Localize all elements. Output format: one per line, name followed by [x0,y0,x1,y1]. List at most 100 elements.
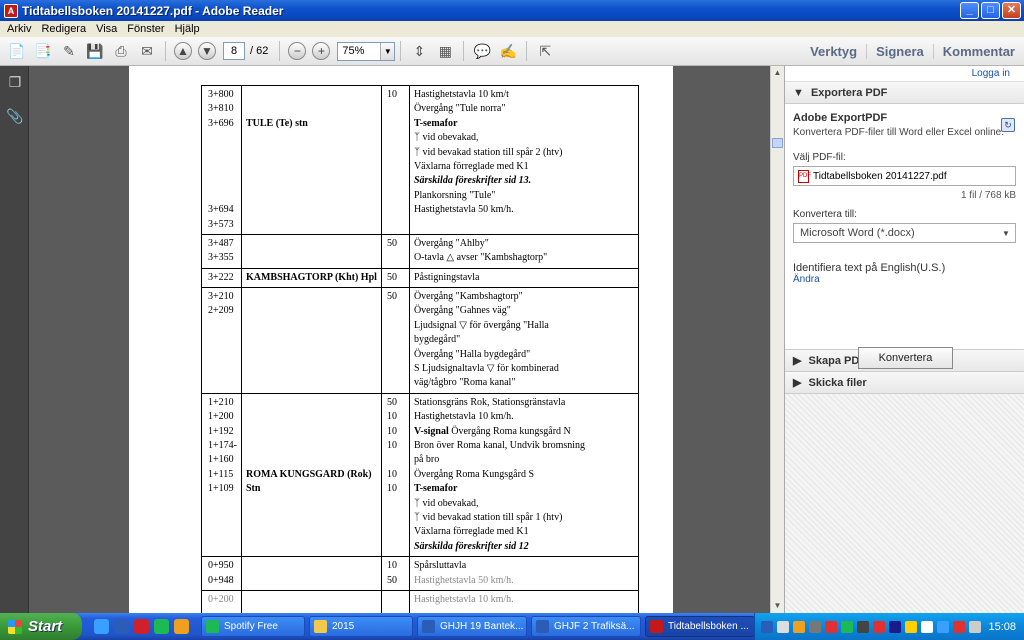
timetable: 3+800 3+810 3+696 3+694 3+573 TULE (Te) stn 10… [201,85,639,613]
scroll-down-icon[interactable]: ▼ [771,599,784,613]
station-value [246,396,377,410]
change-language-link[interactable]: Ändra [793,274,1016,285]
zoom-in-icon[interactable]: + [312,42,331,60]
tray-icon[interactable] [777,620,789,633]
maximize-button[interactable]: □ [981,2,1000,19]
station-value [246,439,377,453]
tray-icon[interactable] [825,620,837,633]
save-icon[interactable]: 💾 [84,40,106,62]
taskbar-task[interactable]: GHJH 19 Bantek... [417,616,527,637]
login-link[interactable]: Logga in [785,66,1024,82]
ocr-language-text: Identifiera text på English(U.S.) [793,262,946,274]
table-row: 1+210 1+200 1+192 1+174- 1+160 1+115 1+109 ROMA… [201,392,639,558]
close-button[interactable]: ✕ [1002,2,1021,19]
expand-icon[interactable]: ⇱ [534,40,556,62]
convert-button[interactable]: Konvertera [858,347,953,369]
comment-icon[interactable]: 💬 [471,40,493,62]
tray-icon[interactable] [761,620,773,633]
word-icon[interactable] [114,619,129,634]
scroll-up-icon[interactable]: ▲ [771,66,784,80]
opera-icon[interactable] [134,619,149,634]
edit-pdf-icon[interactable]: ✎ [58,40,80,62]
vertical-scrollbar[interactable]: ▲ ▼ [770,66,784,613]
tray-icon[interactable] [905,620,917,633]
menu-visa[interactable]: Visa [91,23,122,35]
create-pdf-icon[interactable]: 📄 [6,40,28,62]
email-icon[interactable]: ✉ [136,40,158,62]
fit-page-icon[interactable]: ⇕ [408,40,430,62]
page-thumbnails-icon[interactable]: ❐ [6,74,24,94]
export-pdf-header[interactable]: ▼ Exportera PDF [785,82,1024,104]
zoom-out-icon[interactable]: − [288,42,307,60]
ie-icon[interactable] [94,619,109,634]
speed-cell: 50 [380,287,410,394]
speed-value [387,593,405,607]
description-line: Särskilda föreskrifter sid 12 [413,540,529,552]
taskbar-task[interactable]: 2015 [309,616,413,637]
tray-icon[interactable] [809,620,821,633]
km-value: 0+200 [208,593,234,605]
menu-arkiv[interactable]: Arkiv [2,23,36,35]
taskbar-task[interactable]: GHJF 2 Trafiksä... [531,616,641,637]
station-cell [240,556,382,591]
task-app-icon [422,620,435,633]
km-value: 1+210 [208,396,234,408]
next-page-icon[interactable]: ▼ [198,42,216,60]
tray-icon[interactable] [937,620,949,633]
previous-page-icon[interactable]: ▲ [174,42,192,60]
media-icon[interactable] [174,619,189,634]
table-row: 0+950 0+948 10 50 Spårsluttavla Hastighetstav… [201,556,639,591]
tray-icon[interactable] [921,620,933,633]
chevron-down-icon: ▼ [1002,228,1010,238]
menu-redigera[interactable]: Redigera [36,23,91,35]
start-button[interactable]: Start [0,613,82,640]
highlight-icon[interactable]: ✍ [497,40,519,62]
tray-icon[interactable] [969,620,981,633]
tray-icon[interactable] [857,620,869,633]
km-value [208,146,237,160]
taskbar-task[interactable]: Tidtabellsboken ... [645,616,755,637]
table-row: 3+800 3+810 3+696 3+694 3+573 TULE (Te) stn 10… [201,85,639,235]
print-icon[interactable]: ⎙ [110,40,132,62]
page-number-input[interactable]: 8 [223,42,245,60]
convert-to-select[interactable]: Microsoft Word (*.docx) ▼ [793,223,1016,243]
tab-signera[interactable]: Signera [866,43,933,59]
pdf-file-field[interactable]: PDF Tidtabellsboken 20141227.pdf [793,166,1016,186]
menu-hjalp[interactable]: Hjälp [170,23,205,35]
speed-cell: 10 50 [380,556,410,591]
panel-empty-area [785,394,1024,613]
navigation-pane: ❐ 📎 [0,66,29,613]
km-value: 1+160 [208,454,234,466]
description-line: Övergång "Ahlby" [413,237,489,249]
speed-value: 10 [386,411,397,423]
fit-width-icon[interactable]: ▦ [434,40,456,62]
attachments-icon[interactable]: 📎 [6,108,24,128]
km-cell: 3+800 3+810 3+696 3+694 3+573 [201,85,242,235]
speed-value: 50 [386,574,397,586]
tray-icon[interactable] [841,620,853,633]
send-files-header[interactable]: ▶ Skicka filer [785,372,1024,394]
tray-icon[interactable] [953,620,965,633]
description-line: Hastighetstavla 50 km/h. [413,574,514,586]
scroll-thumb[interactable] [772,138,783,148]
export-title: Adobe ExportPDF [793,112,888,124]
combine-files-icon[interactable]: 📑 [32,40,54,62]
clock: 15:08 [988,620,1016,633]
taskbar-task[interactable]: Spotify Free [201,616,305,637]
table-row: 3+487 3+355 50 Övergång "Ahlby" O-tavla △ av… [201,233,639,269]
tab-verktyg[interactable]: Verktyg [801,44,866,59]
spotify-icon[interactable] [154,619,169,634]
km-cell: 3+222 [201,267,242,289]
tray-icon[interactable] [889,620,901,633]
minimize-button[interactable]: _ [960,2,979,19]
document-area[interactable]: 3+800 3+810 3+696 3+694 3+573 TULE (Te) stn 10… [29,66,770,613]
speed-cell: 10 [380,85,410,235]
description-cell: Hastighetstavla 10 km/t Övergång "Tule no… [408,85,639,235]
tab-kommentar[interactable]: Kommentar [932,43,1024,59]
tray-icon[interactable] [873,620,885,633]
zoom-select[interactable]: 75% ▼ [337,41,396,61]
menu-fonster[interactable]: Fönster [122,23,169,35]
km-value: 3+810 [208,103,234,115]
tray-icon[interactable] [793,620,805,633]
chevron-down-icon[interactable]: ▼ [380,42,395,60]
